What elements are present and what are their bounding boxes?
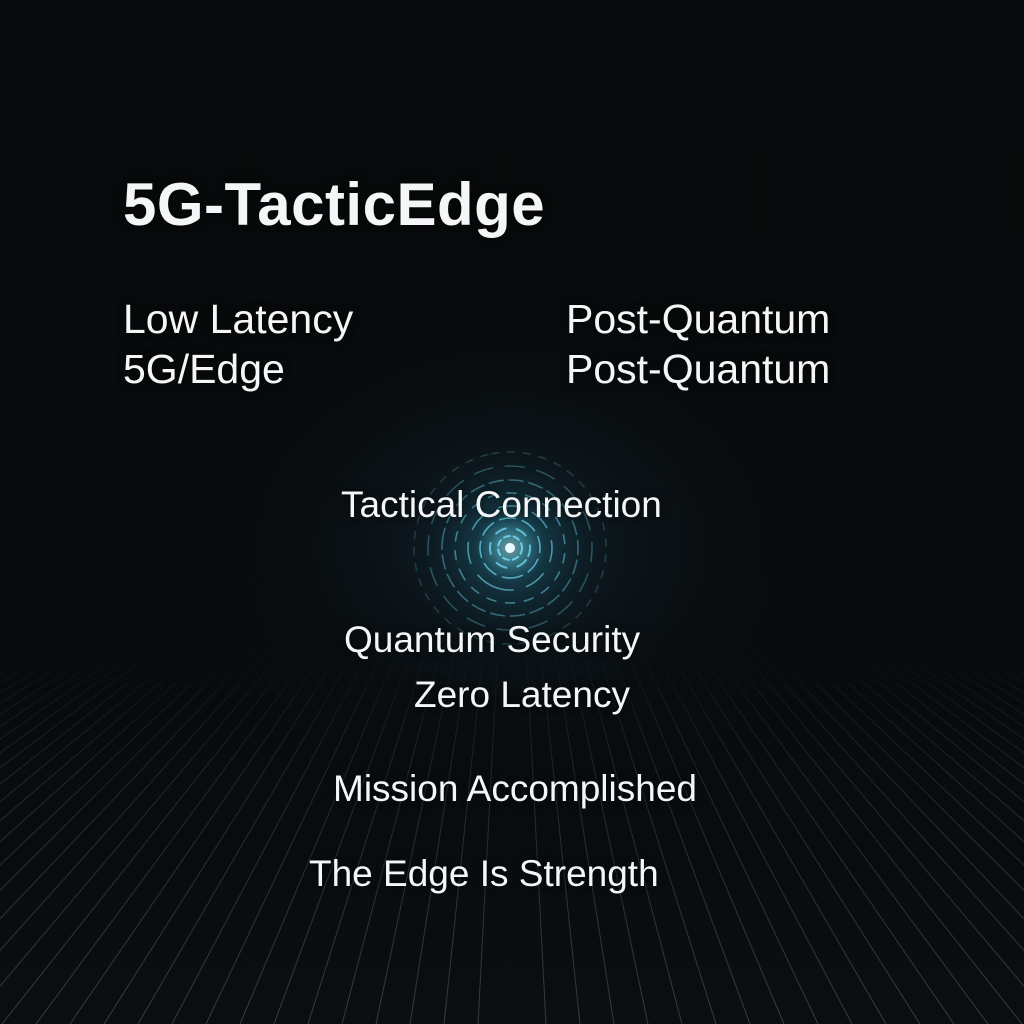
feature-5g-edge: 5G/Edge xyxy=(123,346,285,392)
feature-post-quantum: Post-Quantum xyxy=(566,296,831,342)
app-title: 5G-TacticEdge xyxy=(123,171,546,238)
zero-latency-text: Zero Latency xyxy=(414,674,630,715)
tactical-connection-text: Tactical Connection xyxy=(341,484,662,525)
tagline-text: The Edge Is Strength xyxy=(309,853,659,894)
mission-accomplished-text: Mission Accomplished xyxy=(333,768,697,809)
quantum-security-text: Quantum Security xyxy=(344,619,641,660)
poster-canvas: 5G-TacticEdge Low Latency 5G/Edge Post-Q… xyxy=(0,0,1024,1024)
feature-low-latency: Low Latency xyxy=(123,296,354,342)
feature-post-quantum-repeat: Post-Quantum xyxy=(566,346,831,392)
